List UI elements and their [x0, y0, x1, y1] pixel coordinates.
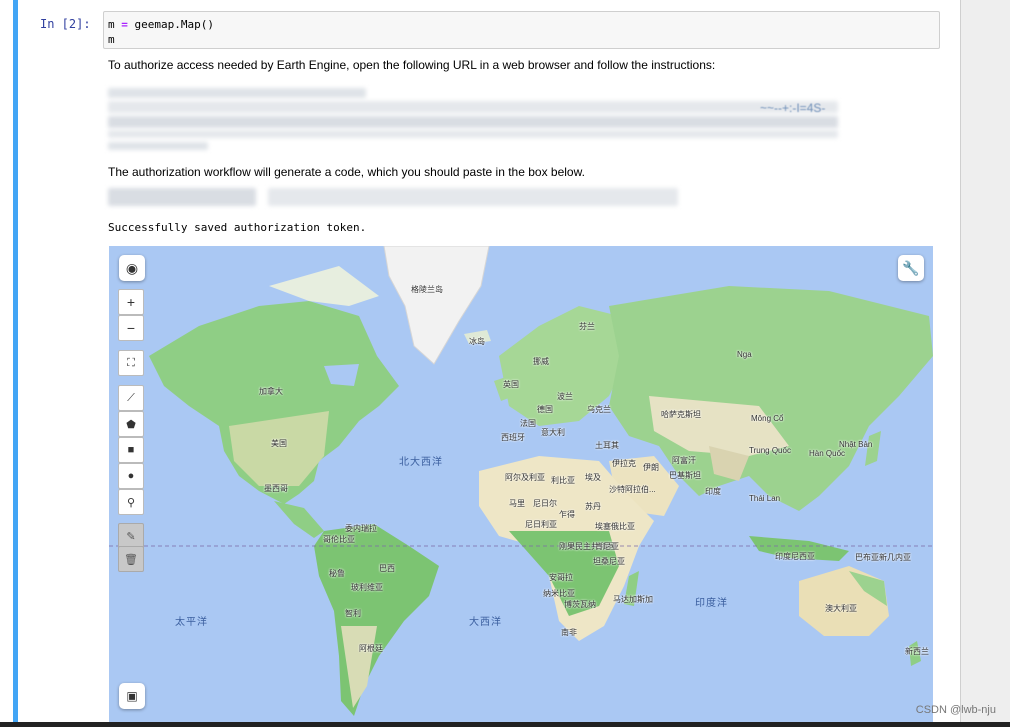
- draw-polygon-icon[interactable]: ⬟: [118, 411, 144, 437]
- map-label: 南非: [561, 628, 577, 637]
- authorize-message: To authorize access needed by Earth Engi…: [108, 58, 716, 72]
- map-label: 沙特阿拉伯...: [609, 485, 656, 494]
- map-label: 智利: [345, 609, 361, 618]
- map-label: 纳米比亚: [543, 589, 575, 598]
- map-label: 委内瑞拉: [345, 524, 377, 533]
- map-label: 新西兰: [905, 647, 929, 656]
- bottom-edge: [0, 722, 1010, 727]
- map-label: 马里: [509, 499, 525, 508]
- zoom-out-button[interactable]: −: [118, 315, 144, 341]
- input-prompt: In [2]:: [40, 17, 91, 31]
- map-label: 美国: [271, 439, 287, 448]
- map-label: Trung Quốc: [749, 446, 791, 455]
- layer-control-icon[interactable]: ▣: [119, 683, 145, 709]
- map-label: 阿富汗: [672, 456, 696, 465]
- ocean-label: 印度洋: [695, 598, 728, 609]
- globe-icon[interactable]: ◉: [119, 255, 145, 281]
- map-label: 坦桑尼亚: [593, 557, 625, 566]
- map-widget[interactable]: ◉ 🔧 + − ⛶ ⟋ ⬟ ■ ● ⚲ ✎ 🗑 ▣ 格陵兰岛 冰岛 芬兰 挪威 …: [109, 246, 933, 727]
- map-label: 加拿大: [259, 387, 283, 396]
- map-label: 土耳其: [595, 441, 619, 450]
- map-label: Mông Cổ: [751, 414, 784, 423]
- ocean-label: 太平洋: [175, 617, 208, 628]
- draw-rectangle-icon[interactable]: ■: [118, 437, 144, 463]
- map-label: 玻利维亚: [351, 583, 383, 592]
- map-label: 尼日尔: [533, 499, 557, 508]
- map-label: 英国: [503, 380, 519, 389]
- map-label: 博茨瓦纳: [564, 600, 596, 609]
- redacted-url-line-4: [108, 130, 838, 138]
- map-label: 阿根廷: [359, 644, 383, 653]
- redacted-url-line-2: [108, 101, 838, 113]
- ocean-label: 大西洋: [469, 617, 502, 628]
- map-label: 伊朗: [643, 463, 659, 472]
- redacted-url-line-1: [108, 88, 366, 98]
- map-label: 波兰: [557, 392, 573, 401]
- map-label: 苏丹: [585, 502, 601, 511]
- draw-marker-icon[interactable]: ⚲: [118, 489, 144, 515]
- map-label: 格陵兰岛: [411, 285, 443, 294]
- map-label: 挪威: [533, 357, 549, 366]
- code-line-1: m = geemap.Map(): [108, 18, 214, 31]
- map-label: 巴西: [379, 564, 395, 573]
- map-label: 哈萨克斯坦: [661, 410, 701, 419]
- map-label: 马达加斯加: [613, 595, 653, 604]
- redacted-url-line-3: [108, 116, 838, 128]
- map-label: 墨西哥: [264, 484, 288, 493]
- redacted-url-line-5: [108, 142, 208, 150]
- workflow-message: The authorization workflow will generate…: [108, 165, 585, 179]
- map-label: 澳大利亚: [825, 604, 857, 613]
- redacted-code-box[interactable]: [268, 188, 678, 206]
- code-input[interactable]: m = geemap.Map() m: [103, 11, 940, 49]
- map-label: Thái Lan: [749, 494, 781, 503]
- map-label: 秘鲁: [329, 569, 345, 578]
- map-label: 埃及: [585, 473, 601, 482]
- url-fragment[interactable]: ~~--+:-I=4S-: [760, 101, 825, 115]
- map-label: Nga: [737, 350, 752, 359]
- map-label: 冰岛: [469, 337, 485, 346]
- redacted-label: [108, 188, 256, 206]
- map-label: Nhật Bản: [839, 440, 873, 449]
- map-label: 尼日利亚: [525, 520, 557, 529]
- notebook-panel: In [2]: m = geemap.Map() m To authorize …: [0, 0, 961, 727]
- map-label: 伊拉克: [612, 459, 636, 468]
- map-label: 德国: [537, 405, 553, 414]
- map-label: 意大利: [541, 428, 565, 437]
- fullscreen-icon[interactable]: ⛶: [118, 350, 144, 376]
- map-label: 利比亚: [551, 476, 575, 485]
- map-label: 印度尼西亚: [775, 552, 815, 561]
- map-label: 乌克兰: [587, 405, 611, 414]
- watermark: CSDN @lwb-nju: [915, 704, 996, 716]
- map-label: 安哥拉: [549, 573, 573, 582]
- draw-circle-icon[interactable]: ●: [118, 463, 144, 489]
- map-label: 巴布亚新几内亚: [855, 553, 911, 562]
- world-map[interactable]: [109, 246, 933, 727]
- map-label: Hàn Quốc: [809, 449, 846, 458]
- selected-cell-indicator: [13, 0, 18, 722]
- wrench-icon[interactable]: 🔧: [898, 255, 924, 281]
- map-label: 肯尼亚: [595, 542, 619, 551]
- map-label: 法国: [520, 419, 536, 428]
- code-line-2: m: [108, 33, 115, 46]
- map-label: 芬兰: [579, 322, 595, 331]
- map-label: 乍得: [559, 510, 575, 519]
- map-label: 西班牙: [501, 433, 525, 442]
- zoom-in-button[interactable]: +: [118, 289, 144, 315]
- map-label: 巴基斯坦: [669, 471, 701, 480]
- map-label: 埃塞俄比亚: [595, 522, 635, 531]
- success-message: Successfully saved authorization token.: [108, 221, 367, 234]
- map-label: 印度: [705, 487, 721, 496]
- draw-polyline-icon[interactable]: ⟋: [118, 385, 144, 411]
- delete-layers-icon[interactable]: 🗑: [118, 546, 144, 572]
- map-label: 哥伦比亚: [323, 535, 355, 544]
- map-label: 阿尔及利亚: [505, 473, 545, 482]
- ocean-label: 北大西洋: [399, 457, 443, 468]
